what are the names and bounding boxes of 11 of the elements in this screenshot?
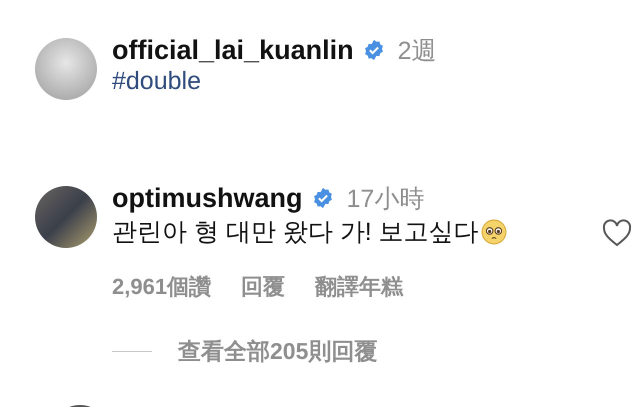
timestamp: 17小時 (346, 184, 424, 214)
likes-count[interactable]: 2,961個讚 (112, 272, 212, 302)
heart-icon[interactable] (602, 219, 632, 247)
comment-text: 관린아 형 대만 왔다 가! 보고싶다 (112, 217, 479, 248)
username[interactable]: optimushwang (112, 182, 302, 214)
reply-link[interactable]: 回覆 (241, 272, 286, 302)
timestamp: 2週 (398, 36, 436, 66)
translate-link[interactable]: 翻譯年糕 (315, 272, 404, 302)
view-replies-button[interactable]: 查看全部205則回覆 (178, 336, 378, 367)
username[interactable]: official_lai_kuanlin (112, 34, 354, 66)
hashtag-link[interactable]: #double (112, 67, 201, 96)
